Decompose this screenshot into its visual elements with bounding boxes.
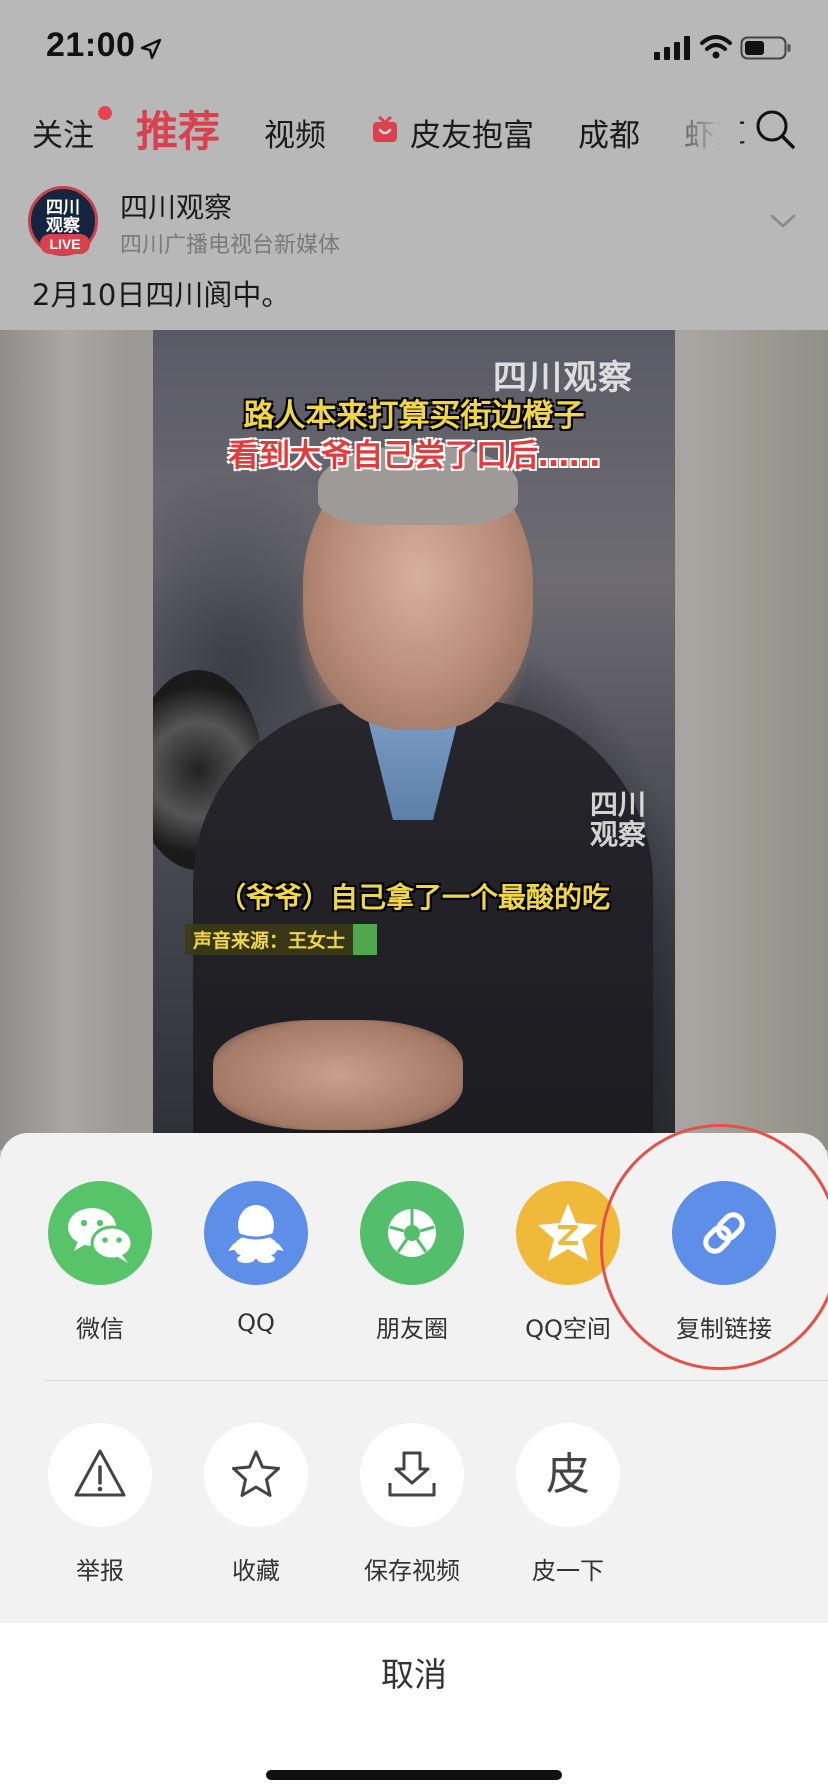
video-person-hands (213, 1020, 463, 1130)
tab-fade-overlay (650, 96, 740, 162)
share-qq-button[interactable]: QQ (196, 1181, 316, 1337)
report-button[interactable]: 举报 (40, 1423, 160, 1586)
tab-pi-you-bao-fu[interactable]: 皮友抱富 (410, 110, 534, 155)
home-indicator[interactable] (266, 1770, 562, 1780)
video-frame: 四川观察 四川观察 路人本来打算买街边橙子 看到大爷自己尝了口后…… （爷爷）自… (153, 330, 675, 1150)
report-label: 举报 (76, 1557, 124, 1585)
share-qq-label: QQ (237, 1309, 275, 1337)
video-caption-bottom: （爷爷）自己拿了一个最酸的吃 (217, 881, 610, 914)
share-moments-label: 朋友圈 (376, 1315, 448, 1343)
share-moments-button[interactable]: 朋友圈 (352, 1181, 472, 1344)
chevron-down-icon[interactable] (768, 210, 798, 232)
author-description: 四川广播电视台新媒体 (120, 233, 341, 258)
wechat-icon (48, 1181, 152, 1285)
qq-icon (204, 1181, 308, 1285)
copy-link-highlight-ring (600, 1124, 828, 1370)
tab-recommend[interactable]: 推荐 (136, 98, 220, 159)
location-arrow-icon (140, 38, 162, 60)
tab-chengdu[interactable]: 成都 (578, 110, 640, 155)
favorite-button[interactable]: 收藏 (196, 1423, 316, 1586)
pi-icon: 皮 (516, 1423, 620, 1527)
pi-yi-xia-button[interactable]: 皮 皮一下 (508, 1423, 628, 1586)
status-time: 21:00 (46, 26, 136, 64)
video-caption-line1: 路人本来打算买街边橙子 (243, 398, 585, 434)
avatar-text: 四川观察 (46, 198, 80, 236)
save-video-button[interactable]: 保存视频 (352, 1423, 472, 1586)
video-player[interactable]: 四川观察 四川观察 路人本来打算买街边橙子 看到大爷自己尝了口后…… （爷爷）自… (0, 330, 828, 1150)
wifi-icon (700, 35, 732, 59)
video-caption-line2: 看到大爷自己尝了口后…… (228, 438, 600, 474)
share-wechat-button[interactable]: 微信 (40, 1181, 160, 1344)
cancel-bar: 取消 (0, 1623, 828, 1792)
download-icon (360, 1423, 464, 1527)
tab-follow[interactable]: 关注 (32, 110, 94, 155)
search-icon[interactable] (754, 108, 796, 150)
post-text: 2月10日四川阆中。 (32, 278, 291, 312)
notification-dot (98, 106, 112, 120)
share-sheet-divider (44, 1380, 828, 1381)
channel-tab-bar: 关注 推荐 视频 皮友抱富 成都 虾耳 (0, 96, 828, 162)
moments-icon (360, 1181, 464, 1285)
tab-video[interactable]: 视频 (264, 110, 326, 155)
video-watermark-middle: 四川观察 (589, 788, 646, 851)
share-qzone-label: QQ空间 (525, 1315, 611, 1343)
cancel-button[interactable]: 取消 (0, 1623, 828, 1727)
save-video-label: 保存视频 (364, 1557, 460, 1585)
warning-icon (48, 1423, 152, 1527)
share-wechat-label: 微信 (76, 1315, 124, 1343)
status-bar: 21:00 (0, 0, 828, 96)
favorite-label: 收藏 (232, 1557, 280, 1585)
pi-yi-xia-label: 皮一下 (532, 1557, 604, 1585)
cellular-signal-icon (654, 36, 690, 60)
author-name[interactable]: 四川观察 (120, 186, 232, 226)
gift-icon (373, 115, 397, 142)
live-badge: LIVE (40, 234, 90, 254)
star-icon (204, 1423, 308, 1527)
battery-icon (740, 36, 791, 60)
pi-icon-glyph: 皮 (546, 1449, 590, 1500)
video-audio-source: 声音来源：王女士 (185, 924, 378, 955)
